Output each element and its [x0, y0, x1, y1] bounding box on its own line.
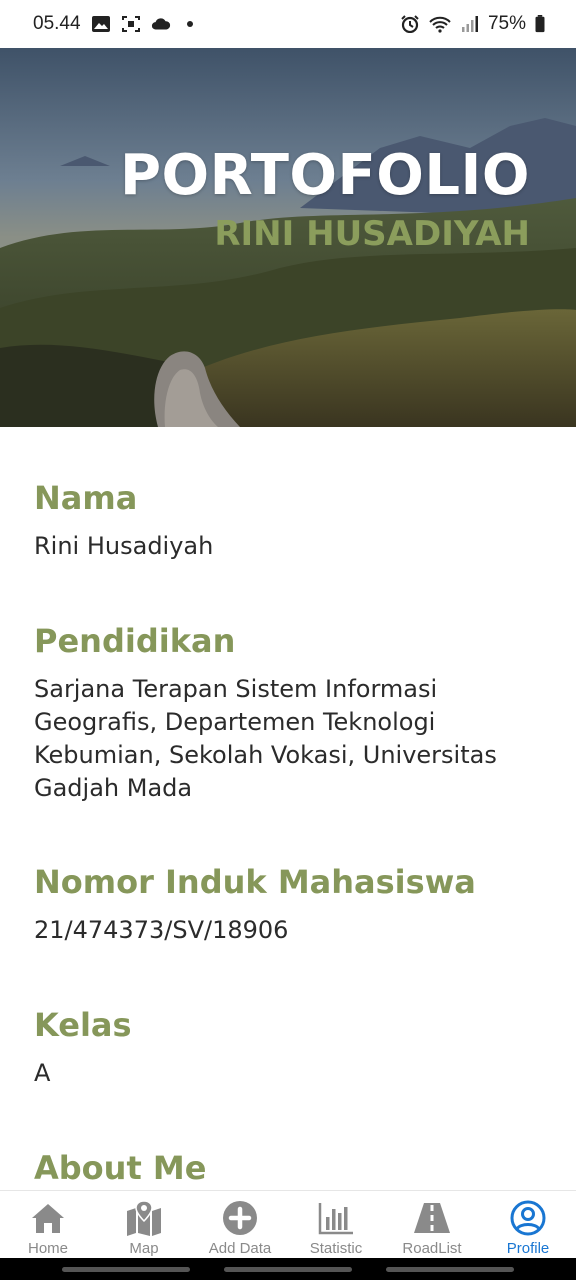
gallery-icon [91, 16, 110, 32]
section-nim: Nomor Induk Mahasiswa 21/474373/SV/18906 [34, 862, 544, 1005]
road-icon [414, 1203, 450, 1233]
status-bar: 05.44 75% [0, 0, 576, 48]
nav-label: Statistic [309, 1240, 363, 1257]
section-value: 21/474373/SV/18906 [34, 916, 289, 944]
status-time: 05.44 [33, 13, 81, 34]
battery-percent: 75% [487, 13, 526, 34]
profile-content: Nama Rini Husadiyah Pendidikan Sarjana T… [34, 478, 544, 1188]
screenshot-icon [121, 16, 140, 32]
hero-title: PORTOFOLIO [119, 143, 530, 208]
section-title: About Me [34, 1149, 207, 1187]
section-value: A [34, 1059, 51, 1087]
system-gesture-bar [0, 1258, 576, 1280]
nav-label: Add Data [208, 1240, 272, 1257]
alarm-icon [401, 15, 419, 33]
section-value: Rini Husadiyah [34, 532, 214, 560]
section-nama: Nama Rini Husadiyah [34, 478, 544, 621]
map-icon [127, 1200, 161, 1236]
home-icon [32, 1204, 64, 1233]
nav-roadlist[interactable]: RoadList [384, 1191, 480, 1258]
section-about-me: About Me [34, 1148, 544, 1188]
bar-chart-icon [318, 1203, 353, 1235]
gesture-handle-left[interactable] [62, 1267, 190, 1272]
hero-subtitle: RINI HUSADIYAH [214, 214, 530, 254]
gesture-handle-center[interactable] [224, 1267, 352, 1272]
wifi-icon [429, 16, 451, 33]
section-kelas: Kelas A [34, 1005, 544, 1148]
nav-map[interactable]: Map [96, 1191, 192, 1258]
nav-label: Home [27, 1240, 68, 1257]
battery-icon [535, 15, 545, 33]
cloud-icon [151, 18, 170, 30]
nav-label: Profile [506, 1240, 550, 1257]
section-title: Nama [34, 479, 138, 517]
notification-dot-icon [186, 21, 193, 27]
hero-banner: PORTOFOLIO RINI HUSADIYAH [0, 48, 576, 427]
profile-icon [510, 1200, 546, 1236]
signal-icon [461, 16, 478, 32]
section-value: Sarjana Terapan Sistem Informasi Geograf… [34, 675, 497, 802]
section-title: Kelas [34, 1006, 132, 1044]
nav-home[interactable]: Home [0, 1191, 96, 1258]
nav-profile[interactable]: Profile [480, 1191, 576, 1258]
section-title: Nomor Induk Mahasiswa [34, 863, 476, 901]
section-pendidikan: Pendidikan Sarjana Terapan Sistem Inform… [34, 621, 544, 862]
nav-statistic[interactable]: Statistic [288, 1191, 384, 1258]
gesture-handle-right[interactable] [386, 1267, 514, 1272]
nav-add-data[interactable]: Add Data [192, 1191, 288, 1258]
nav-label: Map [129, 1240, 159, 1257]
bottom-navigation: Home Map Add Data Statistic RoadList Pro… [0, 1190, 576, 1258]
nav-label: RoadList [402, 1240, 462, 1257]
add-circle-icon [223, 1201, 257, 1235]
section-title: Pendidikan [34, 622, 236, 660]
